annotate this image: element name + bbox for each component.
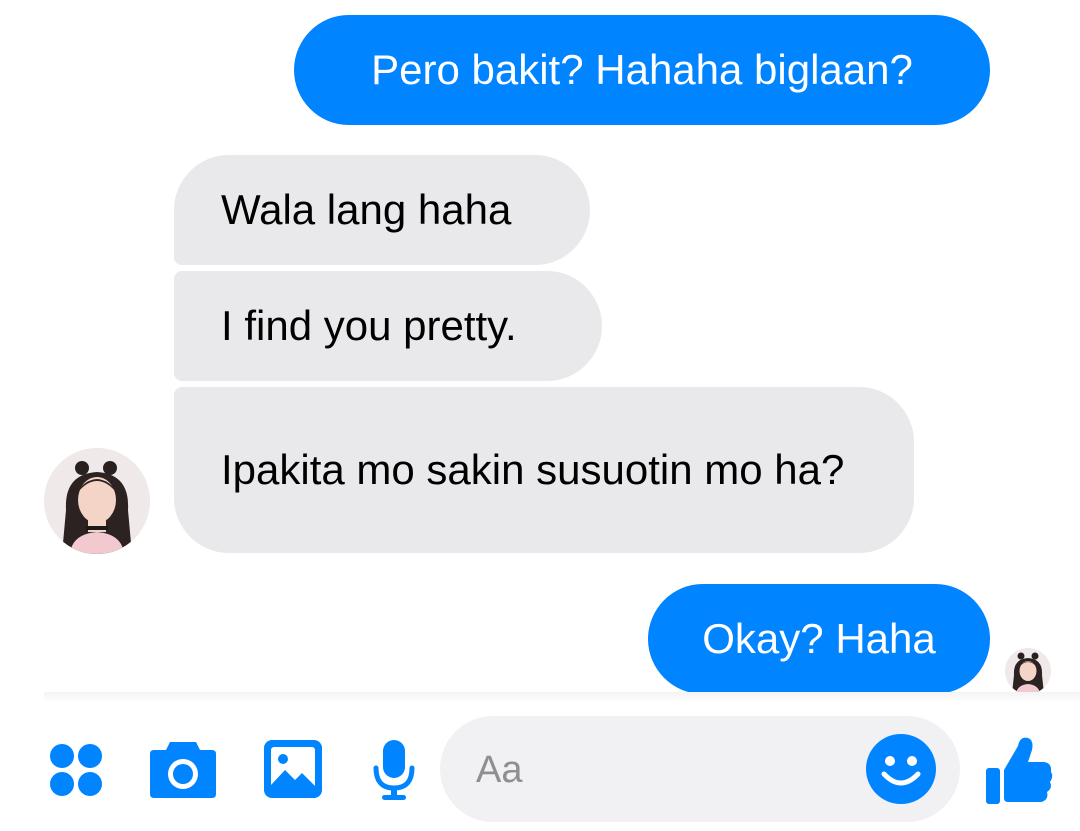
camera-icon[interactable] [148,738,218,800]
smiley-icon[interactable] [864,732,938,806]
message-bubble-incoming[interactable]: I find you pretty. [174,271,602,381]
message-text: Okay? Haha [702,615,936,662]
message-bubble-incoming[interactable]: Ipakita mo sakin susuotin mo ha? [174,387,914,553]
message-text: Ipakita mo sakin susuotin mo ha? [221,446,845,493]
microphone-icon[interactable] [372,738,416,802]
message-text: Wala lang haha [221,186,512,233]
composer-divider [44,692,1080,702]
seen-receipt-avatar [1005,648,1051,694]
message-composer [440,716,960,822]
avatar-photo [44,448,150,554]
message-text: I find you pretty. [221,302,517,349]
message-input[interactable] [476,744,856,796]
message-bubble-outgoing[interactable]: Okay? Haha [648,584,990,694]
message-bubble-outgoing[interactable]: Pero bakit? Hahaha biglaan? [294,15,990,125]
avatar-photo [1005,648,1051,694]
thumbs-up-icon[interactable] [984,734,1054,806]
message-text: Pero bakit? Hahaha biglaan? [371,46,913,93]
gallery-icon[interactable] [262,738,324,800]
sender-avatar[interactable] [44,448,150,554]
message-bubble-incoming[interactable]: Wala lang haha [174,155,590,265]
messenger-conversation: Pero bakit? Hahaha biglaan? Wala lang ha… [0,0,1080,831]
more-apps-icon[interactable] [46,740,106,800]
